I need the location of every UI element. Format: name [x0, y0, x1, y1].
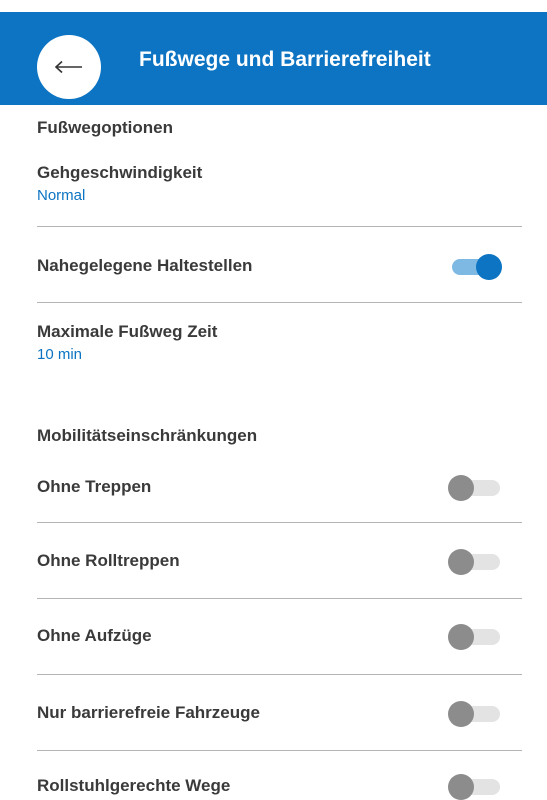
no-stairs-toggle[interactable]: [448, 473, 504, 501]
arrow-left-icon: [54, 60, 84, 74]
divider: [37, 750, 522, 751]
toggle-knob: [448, 475, 474, 501]
toggle-knob: [448, 624, 474, 650]
status-bar-area: [0, 0, 547, 12]
toggle-knob: [448, 774, 474, 800]
divider: [37, 302, 522, 303]
nearby-stops-toggle[interactable]: [448, 252, 504, 280]
nearby-stops-label: Nahegelegene Haltestellen: [37, 256, 253, 275]
app-bar: Fußwege und Barrierefreiheit: [0, 12, 547, 105]
mobility-item-label: Ohne Aufzüge: [37, 626, 152, 645]
section-heading-walking-options: Fußwegoptionen: [37, 118, 173, 137]
mobility-item-label: Nur barrierefreie Fahrzeuge: [37, 703, 260, 722]
toggle-knob: [448, 549, 474, 575]
walking-speed-label: Gehgeschwindigkeit: [37, 163, 203, 182]
toggle-knob: [476, 254, 502, 280]
toggle-knob: [448, 701, 474, 727]
wheelchair-routes-toggle[interactable]: [448, 772, 504, 800]
divider: [37, 522, 522, 523]
mobility-item-label: Rollstuhlgerechte Wege: [37, 776, 231, 795]
max-walk-time-label: Maximale Fußweg Zeit: [37, 322, 218, 341]
mobility-item-label: Ohne Treppen: [37, 477, 152, 496]
walking-speed-value: Normal: [37, 187, 86, 204]
accessible-vehicles-toggle[interactable]: [448, 699, 504, 727]
divider: [37, 674, 522, 675]
max-walk-time-value: 10 min: [37, 346, 83, 363]
back-button[interactable]: [37, 35, 101, 99]
page-title: Fußwege und Barrierefreiheit: [139, 48, 431, 71]
divider: [37, 598, 522, 599]
mobility-item-label: Ohne Rolltreppen: [37, 551, 180, 570]
no-elevators-toggle[interactable]: [448, 622, 504, 650]
no-escalators-toggle[interactable]: [448, 547, 504, 575]
setting-max-walk-time[interactable]: [0, 310, 547, 380]
divider: [37, 226, 522, 227]
section-heading-mobility: Mobilitätseinschränkungen: [37, 426, 258, 445]
